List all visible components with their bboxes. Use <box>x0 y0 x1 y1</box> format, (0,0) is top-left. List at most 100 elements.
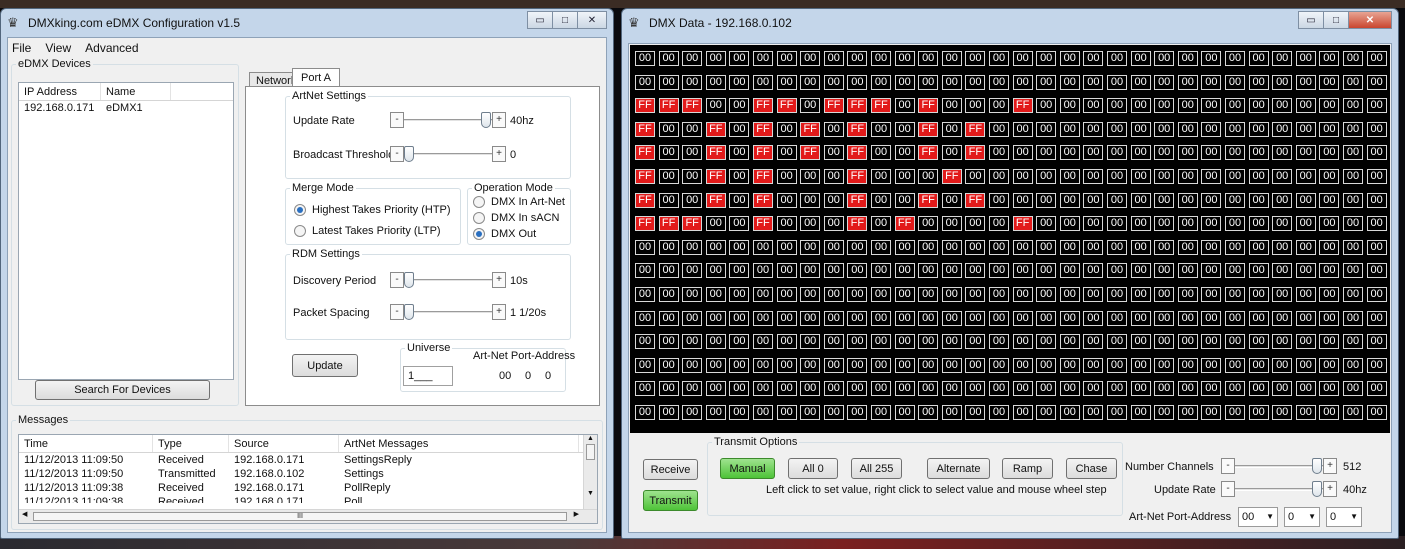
dmx-channel-cell[interactable]: 00 <box>1083 51 1104 66</box>
dmx-channel-cell[interactable]: 00 <box>1319 145 1340 161</box>
dmx-channel-cell[interactable]: 00 <box>729 121 750 137</box>
dmx-channel-cell[interactable]: 00 <box>1177 121 1198 137</box>
dmx-channel-cell[interactable]: 00 <box>1225 405 1245 420</box>
dmx-channel-cell[interactable]: 00 <box>776 145 797 161</box>
dmx-channel-cell[interactable]: 00 <box>705 263 726 279</box>
dmx-channel-cell[interactable]: FF <box>918 121 939 137</box>
dmx-channel-cell[interactable]: 00 <box>729 169 750 184</box>
dmx-channel-cell[interactable]: 00 <box>823 310 844 326</box>
dmx-channel-cell[interactable]: 00 <box>941 334 962 350</box>
dmx-channel-cell[interactable]: 00 <box>1012 121 1033 137</box>
dmx-channel-cell[interactable]: 00 <box>705 310 726 326</box>
dmx-channel-cell[interactable]: 00 <box>1343 216 1363 232</box>
dmx-channel-cell[interactable]: 00 <box>682 405 703 420</box>
dmx-channel-cell[interactable]: 00 <box>1154 74 1175 90</box>
dmx-channel-cell[interactable]: 00 <box>1343 381 1363 397</box>
dmx-channel-cell[interactable]: 00 <box>658 51 679 66</box>
dmx-channel-cell[interactable]: 00 <box>1366 405 1387 420</box>
dmx-channel-cell[interactable]: 00 <box>871 145 891 161</box>
dmx-channel-cell[interactable]: 00 <box>1107 405 1127 420</box>
dmx-channel-cell[interactable]: 00 <box>1295 381 1316 397</box>
dmx-channel-cell[interactable]: 00 <box>1248 145 1269 161</box>
dmx-channel-cell[interactable]: 00 <box>1295 169 1316 184</box>
dmx-channel-cell[interactable]: FF <box>753 216 773 232</box>
dmx-channel-cell[interactable]: 00 <box>1272 98 1293 114</box>
dmx-channel-cell[interactable]: 00 <box>1272 216 1293 232</box>
dmx-channel-cell[interactable]: 00 <box>658 334 679 350</box>
dmx-channel-cell[interactable]: 00 <box>1319 310 1340 326</box>
dmx-channel-cell[interactable]: 00 <box>1272 192 1293 208</box>
dmx-channel-cell[interactable]: 00 <box>1225 216 1245 232</box>
dmx-channel-cell[interactable]: 00 <box>658 310 679 326</box>
dmx-channel-cell[interactable]: FF <box>776 98 797 114</box>
dmx-channel-cell[interactable]: 00 <box>894 334 915 350</box>
dmx-channel-cell[interactable]: 00 <box>918 287 939 302</box>
dmx-channel-cell[interactable]: 00 <box>1319 192 1340 208</box>
dmx-channel-cell[interactable]: 00 <box>823 192 844 208</box>
dmx-channel-cell[interactable]: 00 <box>1225 169 1245 184</box>
dmx-channel-cell[interactable]: 00 <box>682 357 703 373</box>
dmx-channel-cell[interactable]: 00 <box>1130 74 1151 90</box>
dmx-channel-cell[interactable]: 00 <box>965 74 986 90</box>
dmx-channel-cell[interactable]: 00 <box>1201 51 1222 66</box>
dmx-channel-cell[interactable]: 00 <box>1248 405 1269 420</box>
dmx-channel-cell[interactable]: 00 <box>1083 381 1104 397</box>
col-name[interactable]: Name <box>101 83 171 100</box>
dmx-channel-cell[interactable]: 00 <box>894 357 915 373</box>
dmx-channel-cell[interactable]: 00 <box>1225 310 1245 326</box>
dmx-channel-cell[interactable]: 00 <box>1366 145 1387 161</box>
dmx-channel-cell[interactable]: 00 <box>1225 51 1245 66</box>
dmx-channel-cell[interactable]: 00 <box>1248 239 1269 255</box>
dmx-channel-cell[interactable]: 00 <box>705 239 726 255</box>
dmx-channel-cell[interactable]: 00 <box>1036 121 1057 137</box>
dmx-channel-cell[interactable]: 00 <box>871 74 891 90</box>
dmx-channel-cell[interactable]: 00 <box>1201 381 1222 397</box>
dmx-channel-cell[interactable]: 00 <box>1012 263 1033 279</box>
dmx-channel-cell[interactable]: 00 <box>965 334 986 350</box>
scroll-thumb[interactable]: III <box>33 512 567 521</box>
dmx-channel-cell[interactable]: 00 <box>1083 169 1104 184</box>
dmx-channel-cell[interactable]: 00 <box>776 263 797 279</box>
dmx-channel-cell[interactable]: 00 <box>753 381 773 397</box>
dmx-channel-cell[interactable]: 00 <box>658 192 679 208</box>
decrease-icon[interactable]: - <box>1221 458 1235 474</box>
dmx-channel-cell[interactable]: 00 <box>1154 263 1175 279</box>
dmx-channel-cell[interactable]: 00 <box>1012 334 1033 350</box>
manual-button[interactable]: Manual <box>720 458 775 479</box>
dmx-channel-cell[interactable]: 00 <box>847 357 868 373</box>
dmx-channel-cell[interactable]: 00 <box>753 334 773 350</box>
dmx-channel-cell[interactable]: 00 <box>1012 310 1033 326</box>
dmx-channel-cell[interactable]: 00 <box>1130 405 1151 420</box>
dmx-channel-cell[interactable]: 00 <box>847 239 868 255</box>
dmx-channel-cell[interactable]: 00 <box>1295 334 1316 350</box>
dmx-channel-cell[interactable]: 00 <box>1130 287 1151 302</box>
dmx-channel-cell[interactable]: 00 <box>1366 381 1387 397</box>
dmx-channel-cell[interactable]: 00 <box>823 263 844 279</box>
dmx-channel-cell[interactable]: 00 <box>941 216 962 232</box>
dmx-channel-cell[interactable]: 00 <box>729 381 750 397</box>
config-titlebar[interactable]: ♛ DMXking.com eDMX Configuration v1.5 ▭ … <box>1 9 613 37</box>
dmx-channel-cell[interactable]: 00 <box>894 381 915 397</box>
dmx-channel-cell[interactable]: 00 <box>1177 405 1198 420</box>
dmx-channel-cell[interactable]: 00 <box>1295 145 1316 161</box>
dmx-channel-cell[interactable]: 00 <box>918 74 939 90</box>
dmx-channel-cell[interactable]: 00 <box>635 310 655 326</box>
dmx-channel-cell[interactable]: 00 <box>871 381 891 397</box>
radio-dmx-in-sacn[interactable]: DMX In sACN <box>473 212 559 224</box>
dmx-channel-cell[interactable]: 00 <box>1107 169 1127 184</box>
dmx-channel-cell[interactable]: 00 <box>705 51 726 66</box>
dmx-channel-cell[interactable]: 00 <box>1059 216 1080 232</box>
radio-dmx-out[interactable]: DMX Out <box>473 228 536 240</box>
dmx-channel-cell[interactable]: 00 <box>1012 51 1033 66</box>
dmx-channel-cell[interactable]: 00 <box>1083 145 1104 161</box>
device-row[interactable]: 192.168.0.171 eDMX1 <box>19 101 233 115</box>
dmx-channel-cell[interactable]: 00 <box>776 121 797 137</box>
dmx-channel-cell[interactable]: 00 <box>800 51 821 66</box>
dmx-channel-cell[interactable]: 00 <box>1272 145 1293 161</box>
dmx-channel-cell[interactable]: FF <box>847 192 868 208</box>
dmx-channel-cell[interactable]: 00 <box>1319 381 1340 397</box>
dmx-channel-cell[interactable]: 00 <box>1036 145 1057 161</box>
dmx-channel-cell[interactable]: 00 <box>1083 216 1104 232</box>
dmx-channel-cell[interactable]: 00 <box>682 287 703 302</box>
dmx-channel-cell[interactable]: 00 <box>1319 169 1340 184</box>
